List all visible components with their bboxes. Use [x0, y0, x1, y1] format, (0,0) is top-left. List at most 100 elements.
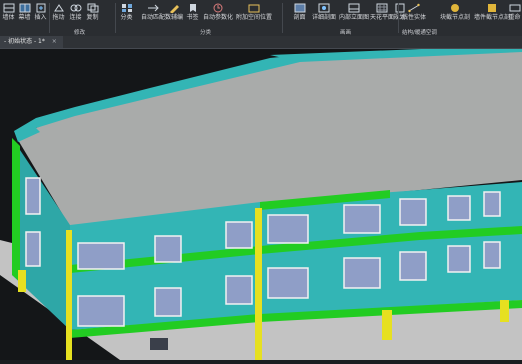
window	[343, 204, 381, 234]
column	[500, 300, 509, 322]
tool-label: 线性实体	[402, 14, 427, 21]
tool-section[interactable]: 剖面	[293, 2, 306, 26]
tool-label: 重命	[508, 14, 521, 21]
tool-assist-edit[interactable]: 数辅编	[165, 2, 183, 26]
tool-label: 详细剖面	[312, 14, 337, 21]
tool-auto-match[interactable]: 自动匹配	[141, 2, 165, 26]
tool-label: 拖动	[52, 14, 65, 21]
tool-interior-elevation[interactable]: 内部立面图	[339, 2, 369, 26]
tool-label: 墙件截节点剖	[474, 14, 511, 21]
auto-param-icon	[212, 2, 225, 13]
detail-section-icon	[318, 2, 331, 13]
window	[447, 195, 471, 221]
separator	[282, 3, 283, 33]
wall-section-icon	[486, 2, 499, 13]
curtain-wall-icon	[18, 2, 31, 13]
tool-label: 分类	[120, 14, 133, 21]
column	[382, 310, 392, 340]
document-tab-bar: - 初始状态 - 1* ×	[0, 36, 522, 49]
tool-label: 剖面	[293, 14, 306, 21]
assist-edit-icon	[168, 2, 181, 13]
tool-label: 天花平面	[370, 14, 395, 21]
window	[225, 275, 253, 305]
tool-space-position[interactable]: 附加空间位置	[236, 2, 272, 26]
copy-icon	[86, 2, 99, 13]
ceiling-plan-icon	[376, 2, 389, 13]
tool-block-section[interactable]: 块截节点剖	[440, 2, 470, 26]
window	[483, 191, 501, 217]
tool-rename[interactable]: 重命	[508, 2, 521, 26]
window	[77, 295, 125, 327]
window	[225, 221, 253, 249]
tool-auto-param[interactable]: 自动参数化	[203, 2, 233, 26]
tool-label: 数辅编	[165, 14, 184, 21]
tool-label: 自动匹配	[141, 14, 166, 21]
document-tab-label: - 初始状态 - 1*	[4, 38, 45, 45]
window	[154, 287, 182, 317]
tool-label: 内部立面图	[339, 14, 370, 21]
window	[267, 267, 309, 299]
tool-label: 连接	[69, 14, 82, 21]
window	[25, 231, 41, 267]
separator	[49, 3, 50, 33]
tool-linear-entity[interactable]: 线性实体	[402, 2, 426, 26]
tool-label: 附加空间位置	[236, 14, 273, 21]
tool-insert[interactable]: 插入	[34, 2, 47, 26]
drag-icon	[52, 2, 65, 13]
linear-entity-icon	[408, 2, 421, 13]
tool-bookmark[interactable]: 书签	[186, 2, 199, 26]
tool-label: 复制	[86, 14, 99, 21]
block-section-icon	[449, 2, 462, 13]
tool-label: 插入	[34, 14, 47, 21]
bookmark-icon	[186, 2, 199, 13]
separator	[398, 3, 399, 33]
tool-curtain-wall[interactable]: 幕墙	[18, 2, 31, 26]
tool-wall-section[interactable]: 墙件截节点剖	[474, 2, 510, 26]
tool-wall[interactable]: 墙体	[2, 2, 15, 26]
tool-label: 块截节点剖	[440, 14, 471, 21]
tool-copy[interactable]: 复制	[86, 2, 99, 26]
tool-classify[interactable]: 分类	[120, 2, 133, 26]
window	[343, 257, 381, 289]
window	[447, 245, 471, 273]
tool-label: 书签	[186, 14, 199, 21]
section-icon	[293, 2, 306, 13]
window	[483, 241, 501, 269]
separator	[115, 3, 116, 33]
tool-ceiling-plan[interactable]: 天花平面	[370, 2, 394, 26]
connect-icon	[69, 2, 82, 13]
window	[399, 198, 427, 226]
rename-icon	[508, 2, 521, 13]
tool-label: 自动参数化	[203, 14, 234, 21]
tool-drag[interactable]: 拖动	[52, 2, 65, 26]
door	[150, 338, 168, 350]
group-label-structure-hvac: 结构/暖通空调	[402, 30, 437, 36]
group-label-classify: 分类	[200, 30, 212, 36]
ribbon-toolbar: 墙体 幕墙 插入 拖动 连接 复制 分类 自动匹配 数辅编 书签 自动参数化 附…	[0, 0, 522, 37]
window	[267, 214, 309, 244]
interior-elevation-icon	[348, 2, 361, 13]
classify-icon	[120, 2, 133, 13]
wall-icon	[2, 2, 15, 13]
tool-label: 墙体	[2, 14, 15, 21]
window	[77, 242, 125, 270]
auto-match-icon	[147, 2, 160, 13]
insert-icon	[34, 2, 47, 13]
column	[66, 230, 72, 360]
column	[255, 208, 262, 360]
3d-viewport[interactable]	[0, 45, 522, 360]
window	[154, 235, 182, 263]
column	[18, 270, 26, 292]
space-position-icon	[248, 2, 261, 13]
end-wall-trim	[12, 138, 20, 282]
window	[399, 251, 427, 281]
tool-label: 幕墙	[18, 14, 31, 21]
group-label-modify: 修改	[74, 30, 86, 36]
tool-connect[interactable]: 连接	[69, 2, 82, 26]
document-tab[interactable]: - 初始状态 - 1* ×	[0, 36, 63, 48]
group-label-drawing: 画画	[340, 30, 352, 36]
building-model	[0, 45, 522, 360]
window	[25, 177, 41, 215]
tool-detail-section[interactable]: 详细剖面	[312, 2, 336, 26]
close-icon[interactable]: ×	[52, 38, 57, 45]
